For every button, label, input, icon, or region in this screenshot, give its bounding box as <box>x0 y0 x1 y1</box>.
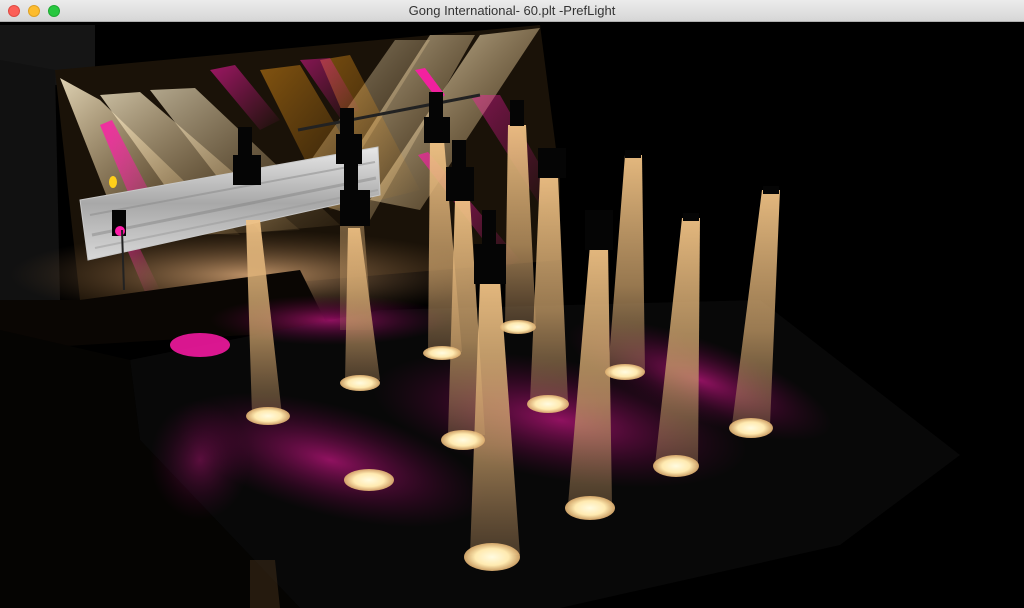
fixture-glow-amber <box>109 176 117 188</box>
title-bar[interactable]: Gong International- 60.plt -PrefLight <box>0 0 1024 22</box>
stage-render <box>0 22 1024 608</box>
window-title: Gong International- 60.plt -PrefLight <box>408 3 616 18</box>
fixture-glow-magenta <box>115 226 125 236</box>
app-window: Gong International- 60.plt -PrefLight <box>0 0 1024 608</box>
3d-viewport[interactable] <box>0 22 1024 608</box>
